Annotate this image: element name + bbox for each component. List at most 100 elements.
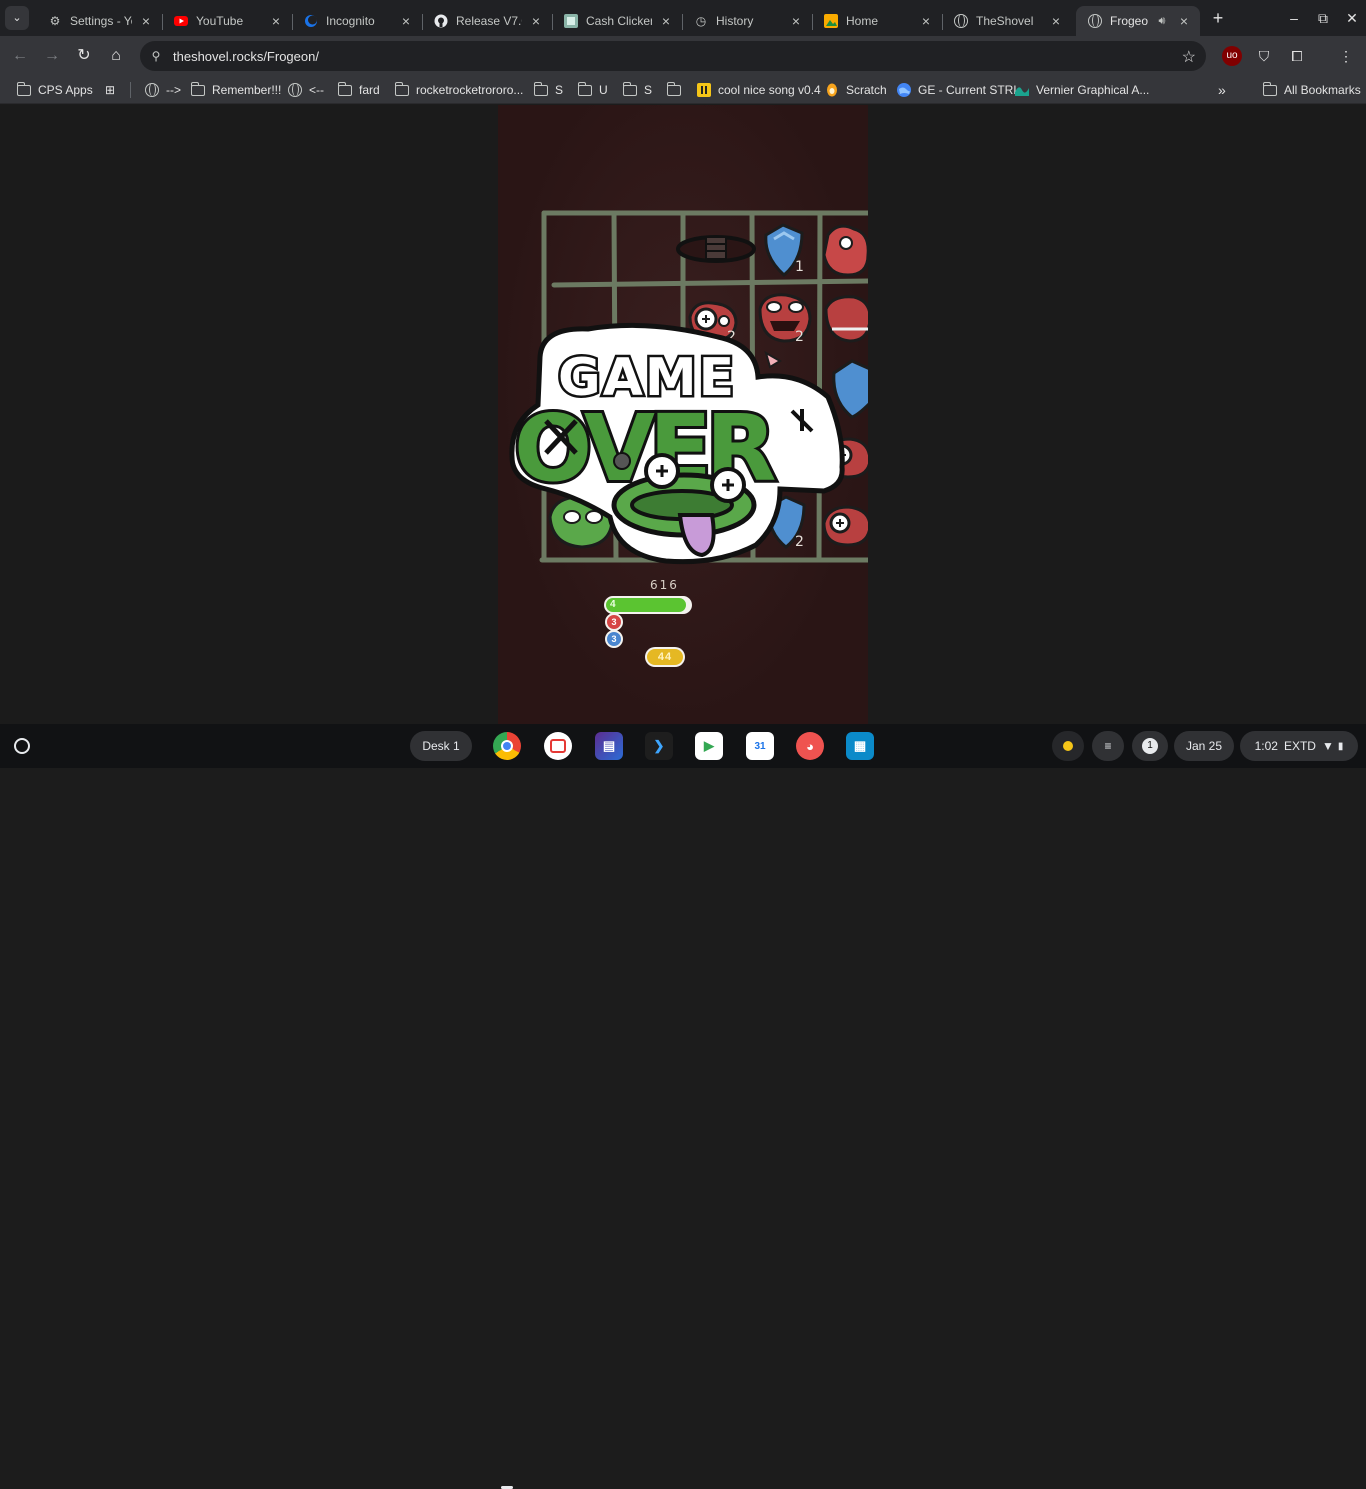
tab-title: YouTube [196,14,244,28]
desk-switcher[interactable]: Desk 1 [410,731,472,761]
bookmark-cps-apps[interactable]: CPS Apps [16,80,93,100]
bookmark-scratch[interactable]: Scratch [824,80,887,100]
tab-title: History [716,14,754,28]
bookmark-grid[interactable]: ⊞ [102,80,124,100]
classroom-icon[interactable]: ▦ [846,732,874,760]
clock-eye-enemy-icon [822,505,868,547]
google-meet-icon[interactable]: ▶ [695,732,723,760]
bookmark-rocket[interactable]: rocketrocketrororo... [394,80,523,100]
bookmark-arrow-right[interactable]: --> [144,80,181,100]
tab-search-button[interactable]: ⌄ [5,6,29,30]
extensions-puzzle-icon[interactable]: ⧠ [1287,46,1307,66]
new-tab-button[interactable]: + [1208,8,1228,28]
shield-icon [832,359,868,419]
account-avatar[interactable] [1052,731,1084,761]
site-info-icon[interactable]: ⚲ [148,48,164,64]
close-icon[interactable]: × [1048,13,1064,29]
home-icon[interactable]: ⌂ [104,44,128,68]
keyboard-layout: EXTD [1283,739,1316,753]
ladder-tile [676,235,756,263]
bookmark-fard[interactable]: fard [337,80,380,100]
bookmark-vernier[interactable]: Vernier Graphical A... [1014,80,1149,100]
ublock-icon[interactable]: uo [1222,46,1242,66]
folder-icon [394,81,410,98]
address-bar[interactable]: ⚲ theshovel.rocks/Frogeon/ ☆ [140,41,1206,71]
bookmark-label: cool nice song v0.4 [718,83,821,97]
grid-icon: ⊞ [104,83,116,97]
bookmark-label: S [644,83,653,97]
folder-icon [622,81,638,98]
close-icon[interactable]: × [918,13,934,29]
close-icon[interactable]: × [138,13,154,29]
more-bookmarks-chevron-icon[interactable]: » [1218,80,1226,100]
menu-kebab-icon[interactable]: ⋮ [1336,46,1356,66]
vscode-icon[interactable]: ❯ [645,732,673,760]
launcher-icon[interactable] [8,732,36,760]
close-icon[interactable]: × [1176,13,1192,29]
coin-counter: 44 [645,647,685,667]
clock-time: 1:02 [1254,739,1278,753]
media-controls-icon[interactable]: ≡ [1092,731,1124,761]
tab-release[interactable]: Release V7.0 × [422,6,553,36]
tab-youtube[interactable]: YouTube × [162,6,293,36]
bookmark-s2[interactable]: S [622,80,652,100]
scratch-icon [824,82,840,98]
bookmark-s1[interactable]: S [533,80,563,100]
tab-title: Home [846,14,879,28]
folder-icon [533,81,549,98]
game-canvas[interactable]: 1 2 2 2 GAME OVER 616 4 3 3 44 [498,105,868,724]
tab-incognito[interactable]: Incognito × [292,6,423,36]
calendar-icon[interactable]: 31 [746,732,774,760]
date-pill[interactable]: Jan 25 [1174,731,1234,761]
skull-enemy-value: 2 [795,329,804,345]
wifi-icon: ▼ [1321,739,1334,753]
bookmark-folder-unnamed[interactable] [666,80,688,100]
tab-theshovel[interactable]: TheShovel × [942,6,1072,36]
back-icon[interactable]: ← [8,44,32,68]
close-icon[interactable]: × [398,13,414,29]
bookmark-remember[interactable]: Remember!!! [190,80,281,100]
chrome-icon[interactable] [493,732,521,760]
forward-icon[interactable]: → [40,44,64,68]
bookmark-label: fard [359,83,380,97]
github-icon [434,14,448,28]
history-icon: ◷ [695,14,707,28]
url-text[interactable]: theshovel.rocks/Frogeon/ [173,49,319,64]
minimize-icon[interactable]: – [1284,8,1304,28]
tab-title: Frogeon [1110,14,1148,28]
tab-cash-clicker[interactable]: Cash Clicker × [552,6,683,36]
bookmark-ge-strl[interactable]: GE - Current STRL [896,80,1020,100]
shield-extension-icon[interactable]: ⛉ [1254,46,1274,66]
game-board: 1 2 2 2 GAME OVER [509,210,868,565]
restore-icon[interactable]: ⧉ [1313,8,1333,28]
video-editor-icon[interactable]: ▤ [595,732,623,760]
globe-icon [954,14,968,28]
reload-icon[interactable]: ↻ [72,44,96,68]
close-icon[interactable]: × [788,13,804,29]
tab-title: Settings - You [70,14,132,28]
globe-icon [144,82,160,98]
files-app-icon[interactable] [544,732,572,760]
close-icon[interactable]: × [658,13,674,29]
all-bookmarks-button[interactable]: All Bookmarks [1262,80,1361,100]
bookmark-u[interactable]: U [577,80,608,100]
coin-value: 44 [647,649,683,665]
close-icon[interactable]: × [528,13,544,29]
bookmark-arrow-left[interactable]: <-- [287,80,324,100]
speaker-icon[interactable]: 🔊︎ [1154,13,1170,29]
bookmark-cool-song[interactable]: cool nice song v0.4 [696,80,821,100]
paint-app-icon[interactable]: ◕ [796,732,824,760]
notification-counter[interactable]: 1 [1132,731,1168,761]
bookmark-star-icon[interactable]: ☆ [1182,47,1196,67]
system-shelf: Desk 1 ▤ ❯ ▶ 31 ◕ ▦ ≡ 1 Jan 25 1:02 EXTD… [0,724,1366,1489]
pink-imp-enemy-icon [764,350,782,369]
tab-frogeon[interactable]: Frogeon 🔊︎ × [1076,6,1200,36]
tab-settings[interactable]: ⚙ Settings - You × [36,6,163,36]
tab-history[interactable]: ◷ History × [682,6,813,36]
tab-home[interactable]: Home × [812,6,943,36]
close-window-icon[interactable]: ✕ [1342,8,1362,28]
close-icon[interactable]: × [268,13,284,29]
bookmark-label: <-- [309,83,324,97]
status-tray[interactable]: 1:02 EXTD ▼ ▮ [1240,731,1358,761]
tab-strip: ⌄ ⚙ Settings - You × YouTube × Incognito… [0,0,1366,36]
